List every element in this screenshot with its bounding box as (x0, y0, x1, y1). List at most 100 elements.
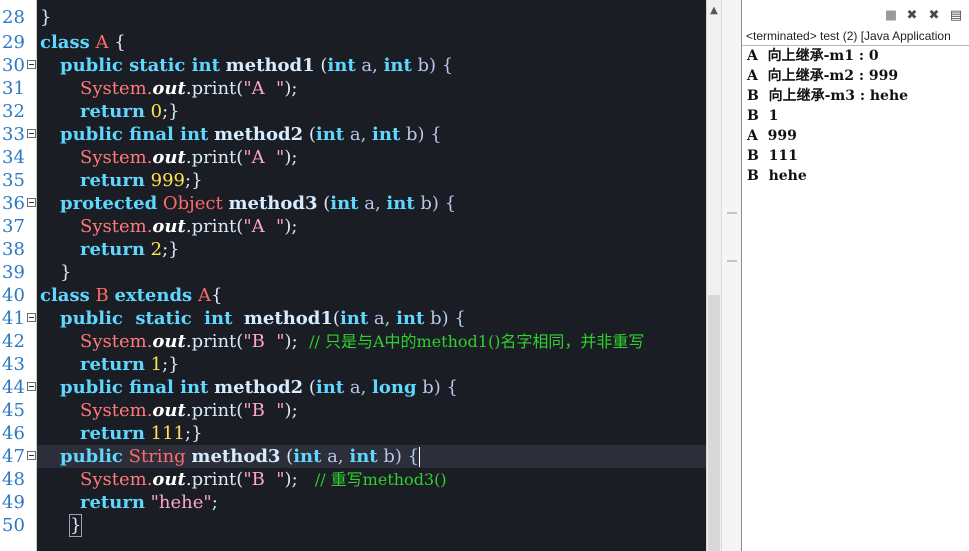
string-literal: "A " (243, 216, 285, 237)
code-line-46: return 111;} (80, 422, 203, 445)
type: int (386, 193, 415, 214)
out-field: out (152, 400, 186, 421)
keyword: protected (60, 193, 158, 214)
line-number: 29 (2, 32, 25, 53)
fold-toggle-icon[interactable] (27, 198, 36, 207)
text-cursor (419, 447, 421, 467)
editor-vertical-scrollbar[interactable]: ▲ (706, 0, 721, 551)
fold-toggle-icon[interactable] (27, 129, 36, 138)
param: a, (368, 308, 397, 329)
fold-toggle-icon[interactable] (27, 451, 36, 460)
line-number: 36 (2, 193, 25, 214)
code-line-30: public static int method1 (int a, int b)… (60, 54, 453, 77)
fold-toggle-icon[interactable] (27, 313, 36, 322)
print-call: .print( (185, 331, 244, 352)
line-number: 39 (2, 262, 25, 283)
print-call: .print( (185, 469, 244, 490)
console-output-line: A 向上继承-m1 : 0 (747, 48, 879, 64)
comment: // 重写method3() (314, 470, 447, 489)
method-name: method1 (243, 308, 333, 329)
keyword: class (40, 32, 90, 53)
out-field: out (152, 78, 186, 99)
pin-console-icon[interactable]: ▤ (949, 9, 963, 23)
closing-brace: } (40, 7, 52, 28)
param: b) { (377, 446, 420, 467)
paren: ( (308, 124, 316, 145)
brace: { (108, 32, 126, 53)
system-class: System. (80, 78, 153, 99)
statement-end: ;} (162, 101, 180, 122)
paren: ( (308, 377, 316, 398)
print-call: .print( (185, 216, 244, 237)
line-number: 32 (2, 101, 25, 122)
remove-all-terminated-icon[interactable]: ✖ (927, 9, 941, 23)
statement-end: ;} (185, 423, 203, 444)
type: int (383, 55, 412, 76)
scrollbar-thumb[interactable] (708, 295, 720, 551)
type: int (330, 193, 359, 214)
keyword: public (60, 446, 123, 467)
method-name: method1 (225, 55, 315, 76)
string-literal: "A " (243, 147, 285, 168)
line-number: 34 (2, 147, 25, 168)
fold-toggle-icon[interactable] (27, 382, 36, 391)
keyword: return (80, 492, 145, 513)
code-line-31: System.out.print("A "); (80, 77, 297, 100)
code-line-50: } (68, 514, 83, 537)
line-number: 47 (2, 446, 25, 467)
console-view[interactable]: ■ ✖ ✖ ▤ <terminated> test (2) [Java Appl… (741, 0, 969, 551)
line-number: 49 (2, 492, 25, 513)
code-line-39: } (60, 261, 71, 284)
print-call: .print( (185, 400, 244, 421)
parent-class-name: A (197, 285, 211, 306)
out-field: out (152, 216, 186, 237)
statement-end: ); (284, 400, 298, 421)
statement-end: ); (284, 216, 298, 237)
out-field: out (152, 331, 186, 352)
return-type: Object (162, 193, 223, 214)
code-line-49: return "hehe"; (80, 491, 218, 514)
print-call: .print( (185, 78, 244, 99)
remove-launch-icon[interactable]: ✖ (905, 9, 919, 23)
line-number: 46 (2, 423, 25, 444)
keyword: return (80, 101, 145, 122)
param: b) { (424, 308, 466, 329)
line-number: 33 (2, 124, 25, 145)
code-line-42: System.out.print("B "); // 只是与A中的method1… (80, 330, 644, 353)
keyword: extends (114, 285, 193, 306)
keyword: public static int (60, 55, 220, 76)
string-literal: "B " (243, 331, 285, 352)
param: a, (358, 193, 387, 214)
terminate-icon[interactable]: ■ (884, 9, 898, 23)
param: a, (344, 377, 373, 398)
method-name: method3 (228, 193, 318, 214)
method-name: method2 (214, 124, 304, 145)
code-editor[interactable]: 28 29 30 31 32 33 34 35 36 37 38 39 40 4… (0, 0, 706, 551)
fold-toggle-icon[interactable] (27, 60, 36, 69)
statement-end: ;} (162, 354, 180, 375)
line-number: 45 (2, 400, 25, 421)
number-literal: 111 (150, 423, 186, 444)
line-number: 42 (2, 331, 25, 352)
code-line-45: System.out.print("B "); (80, 399, 298, 422)
scroll-up-arrow-icon[interactable]: ▲ (709, 6, 719, 16)
system-class: System. (80, 469, 153, 490)
line-number: 38 (2, 239, 25, 260)
keyword: return (80, 423, 145, 444)
system-class: System. (80, 147, 153, 168)
overview-ruler[interactable] (721, 0, 742, 551)
line-number: 37 (2, 216, 25, 237)
type: int (372, 124, 401, 145)
gutter-divider (36, 0, 37, 551)
system-class: System. (80, 400, 153, 421)
overview-marker[interactable] (727, 260, 737, 262)
keyword: class (40, 285, 90, 306)
line-number: 40 (2, 285, 25, 306)
number-literal: 1 (150, 354, 163, 375)
overview-marker[interactable] (727, 212, 737, 214)
param: b) { (416, 377, 458, 398)
type: int (349, 446, 378, 467)
code-line-33: public final int method2 (int a, int b) … (60, 123, 442, 146)
line-number: 44 (2, 377, 25, 398)
matching-brace: } (68, 514, 83, 537)
